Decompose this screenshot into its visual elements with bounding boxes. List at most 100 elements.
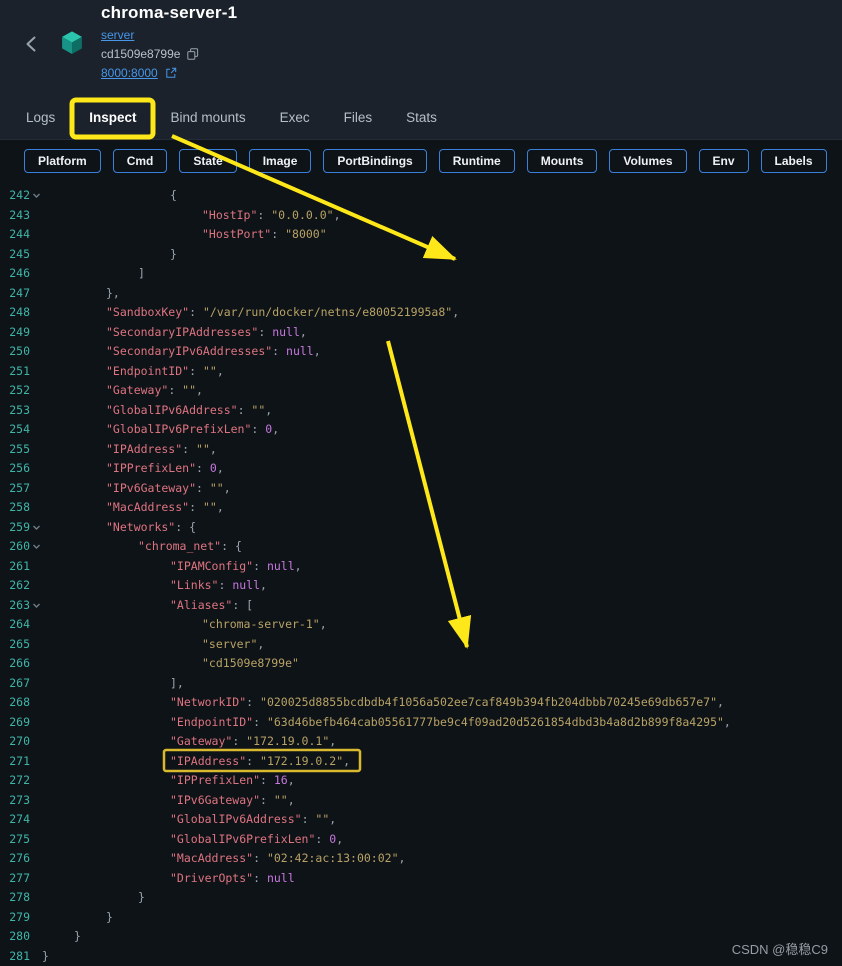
code-line-content: }, [42,284,120,304]
code-line-content: ], [42,674,184,694]
line-number: 244 [0,225,30,245]
fold-toggle-icon[interactable] [30,596,42,616]
section-chip-labels[interactable]: Labels [761,149,827,173]
line-number: 272 [0,771,30,791]
section-chip-runtime[interactable]: Runtime [439,149,515,173]
line-number: 264 [0,615,30,635]
code-line-264: 264 "chroma-server-1", [0,615,842,635]
section-chip-mounts[interactable]: Mounts [527,149,598,173]
json-token: } [138,890,145,904]
code-line-content: { [42,186,177,206]
fold-spacer [30,849,42,869]
code-line-content: "Links": null, [42,576,267,596]
line-number: 243 [0,206,30,226]
json-token: "" [274,793,288,807]
fold-spacer [30,557,42,577]
tab-inspect[interactable]: Inspect [87,96,138,139]
fold-toggle-icon[interactable] [30,537,42,557]
json-token: : [272,344,286,358]
json-token: "" [251,403,265,417]
copy-icon[interactable] [187,48,199,60]
code-line-content: ] [42,264,145,284]
fold-spacer [30,479,42,499]
line-number: 257 [0,479,30,499]
section-chip-env[interactable]: Env [699,149,749,173]
fold-spacer [30,401,42,421]
code-line-257: 257"IPv6Gateway": "", [0,479,842,499]
code-line-254: 254"GlobalIPv6PrefixLen": 0, [0,420,842,440]
code-line-content: "GlobalIPv6PrefixLen": 0, [42,420,279,440]
section-chip-cmd[interactable]: Cmd [113,149,168,173]
line-number: 242 [0,186,30,206]
line-number: 263 [0,596,30,616]
json-token: : [253,851,267,865]
code-line-269: 269"EndpointID": "63d46befb464cab0556177… [0,713,842,733]
section-chip-volumes[interactable]: Volumes [609,149,686,173]
json-token: , [399,851,406,865]
json-token: , [724,715,731,729]
json-token: "" [182,383,196,397]
section-chip-state[interactable]: State [179,149,236,173]
json-token: }, [106,286,120,300]
code-line-content: "cd1509e8799e" [42,654,299,674]
json-token: , [210,442,217,456]
tab-exec[interactable]: Exec [278,96,312,139]
code-line-content: "GlobalIPv6Address": "", [42,810,336,830]
code-line-250: 250"SecondaryIPv6Addresses": null, [0,342,842,362]
code-line-262: 262"Links": null, [0,576,842,596]
code-line-content: "SandboxKey": "/var/run/docker/netns/e80… [42,303,459,323]
port-link[interactable]: 8000:8000 [101,66,158,80]
json-token: ] [138,266,145,280]
tab-bind-mounts[interactable]: Bind mounts [169,96,248,139]
section-chip-portbindings[interactable]: PortBindings [323,149,426,173]
json-token: "HostPort" [202,227,271,241]
code-line-272: 272"IPPrefixLen": 16, [0,771,842,791]
section-chip-row: Platform Cmd State Image PortBindings Runtime… [0,140,842,182]
json-token: , [288,793,295,807]
code-line-content: "MacAddress": "", [42,498,224,518]
fold-spacer [30,927,42,947]
fold-spacer [30,674,42,694]
back-button[interactable] [22,34,40,54]
fold-toggle-icon[interactable] [30,186,42,206]
tab-bar: Logs Inspect Bind mounts Exec Files Stats [0,96,842,140]
external-link-icon[interactable] [165,67,177,79]
json-token: : [253,871,267,885]
code-line-270: 270"Gateway": "172.19.0.1", [0,732,842,752]
code-line-244: 244"HostPort": "8000" [0,225,842,245]
code-line-246: 246] [0,264,842,284]
line-number: 274 [0,810,30,830]
line-number: 247 [0,284,30,304]
code-line-267: 267], [0,674,842,694]
fold-spacer [30,420,42,440]
code-line-content: "IPPrefixLen": 0, [42,459,224,479]
section-chip-image[interactable]: Image [249,149,312,173]
tab-stats[interactable]: Stats [404,96,439,139]
json-token: , [320,617,327,631]
fold-toggle-icon[interactable] [30,518,42,538]
fold-spacer [30,381,42,401]
tab-files[interactable]: Files [342,96,375,139]
compose-service-link[interactable]: server [101,28,134,42]
fold-spacer [30,303,42,323]
fold-spacer [30,323,42,343]
json-token: "server" [202,637,257,651]
fold-spacer [30,284,42,304]
json-token: , [265,403,272,417]
code-line-276: 276"MacAddress": "02:42:ac:13:00:02", [0,849,842,869]
fold-spacer [30,342,42,362]
code-line-268: 268"NetworkID": "020025d8855bcdbdb4f1056… [0,693,842,713]
code-line-content: "Networks": { [42,518,196,538]
code-line-content: "GlobalIPv6PrefixLen": 0, [42,830,343,850]
fold-spacer [30,264,42,284]
tab-logs[interactable]: Logs [24,96,57,139]
json-token: "IPPrefixLen" [170,773,260,787]
section-chip-platform[interactable]: Platform [24,149,101,173]
json-token: , [196,383,203,397]
fold-spacer [30,635,42,655]
json-token: "chroma-server-1" [202,617,320,631]
code-line-275: 275"GlobalIPv6PrefixLen": 0, [0,830,842,850]
line-number: 246 [0,264,30,284]
code-line-content: "SecondaryIPv6Addresses": null, [42,342,321,362]
json-token: : [258,325,272,339]
